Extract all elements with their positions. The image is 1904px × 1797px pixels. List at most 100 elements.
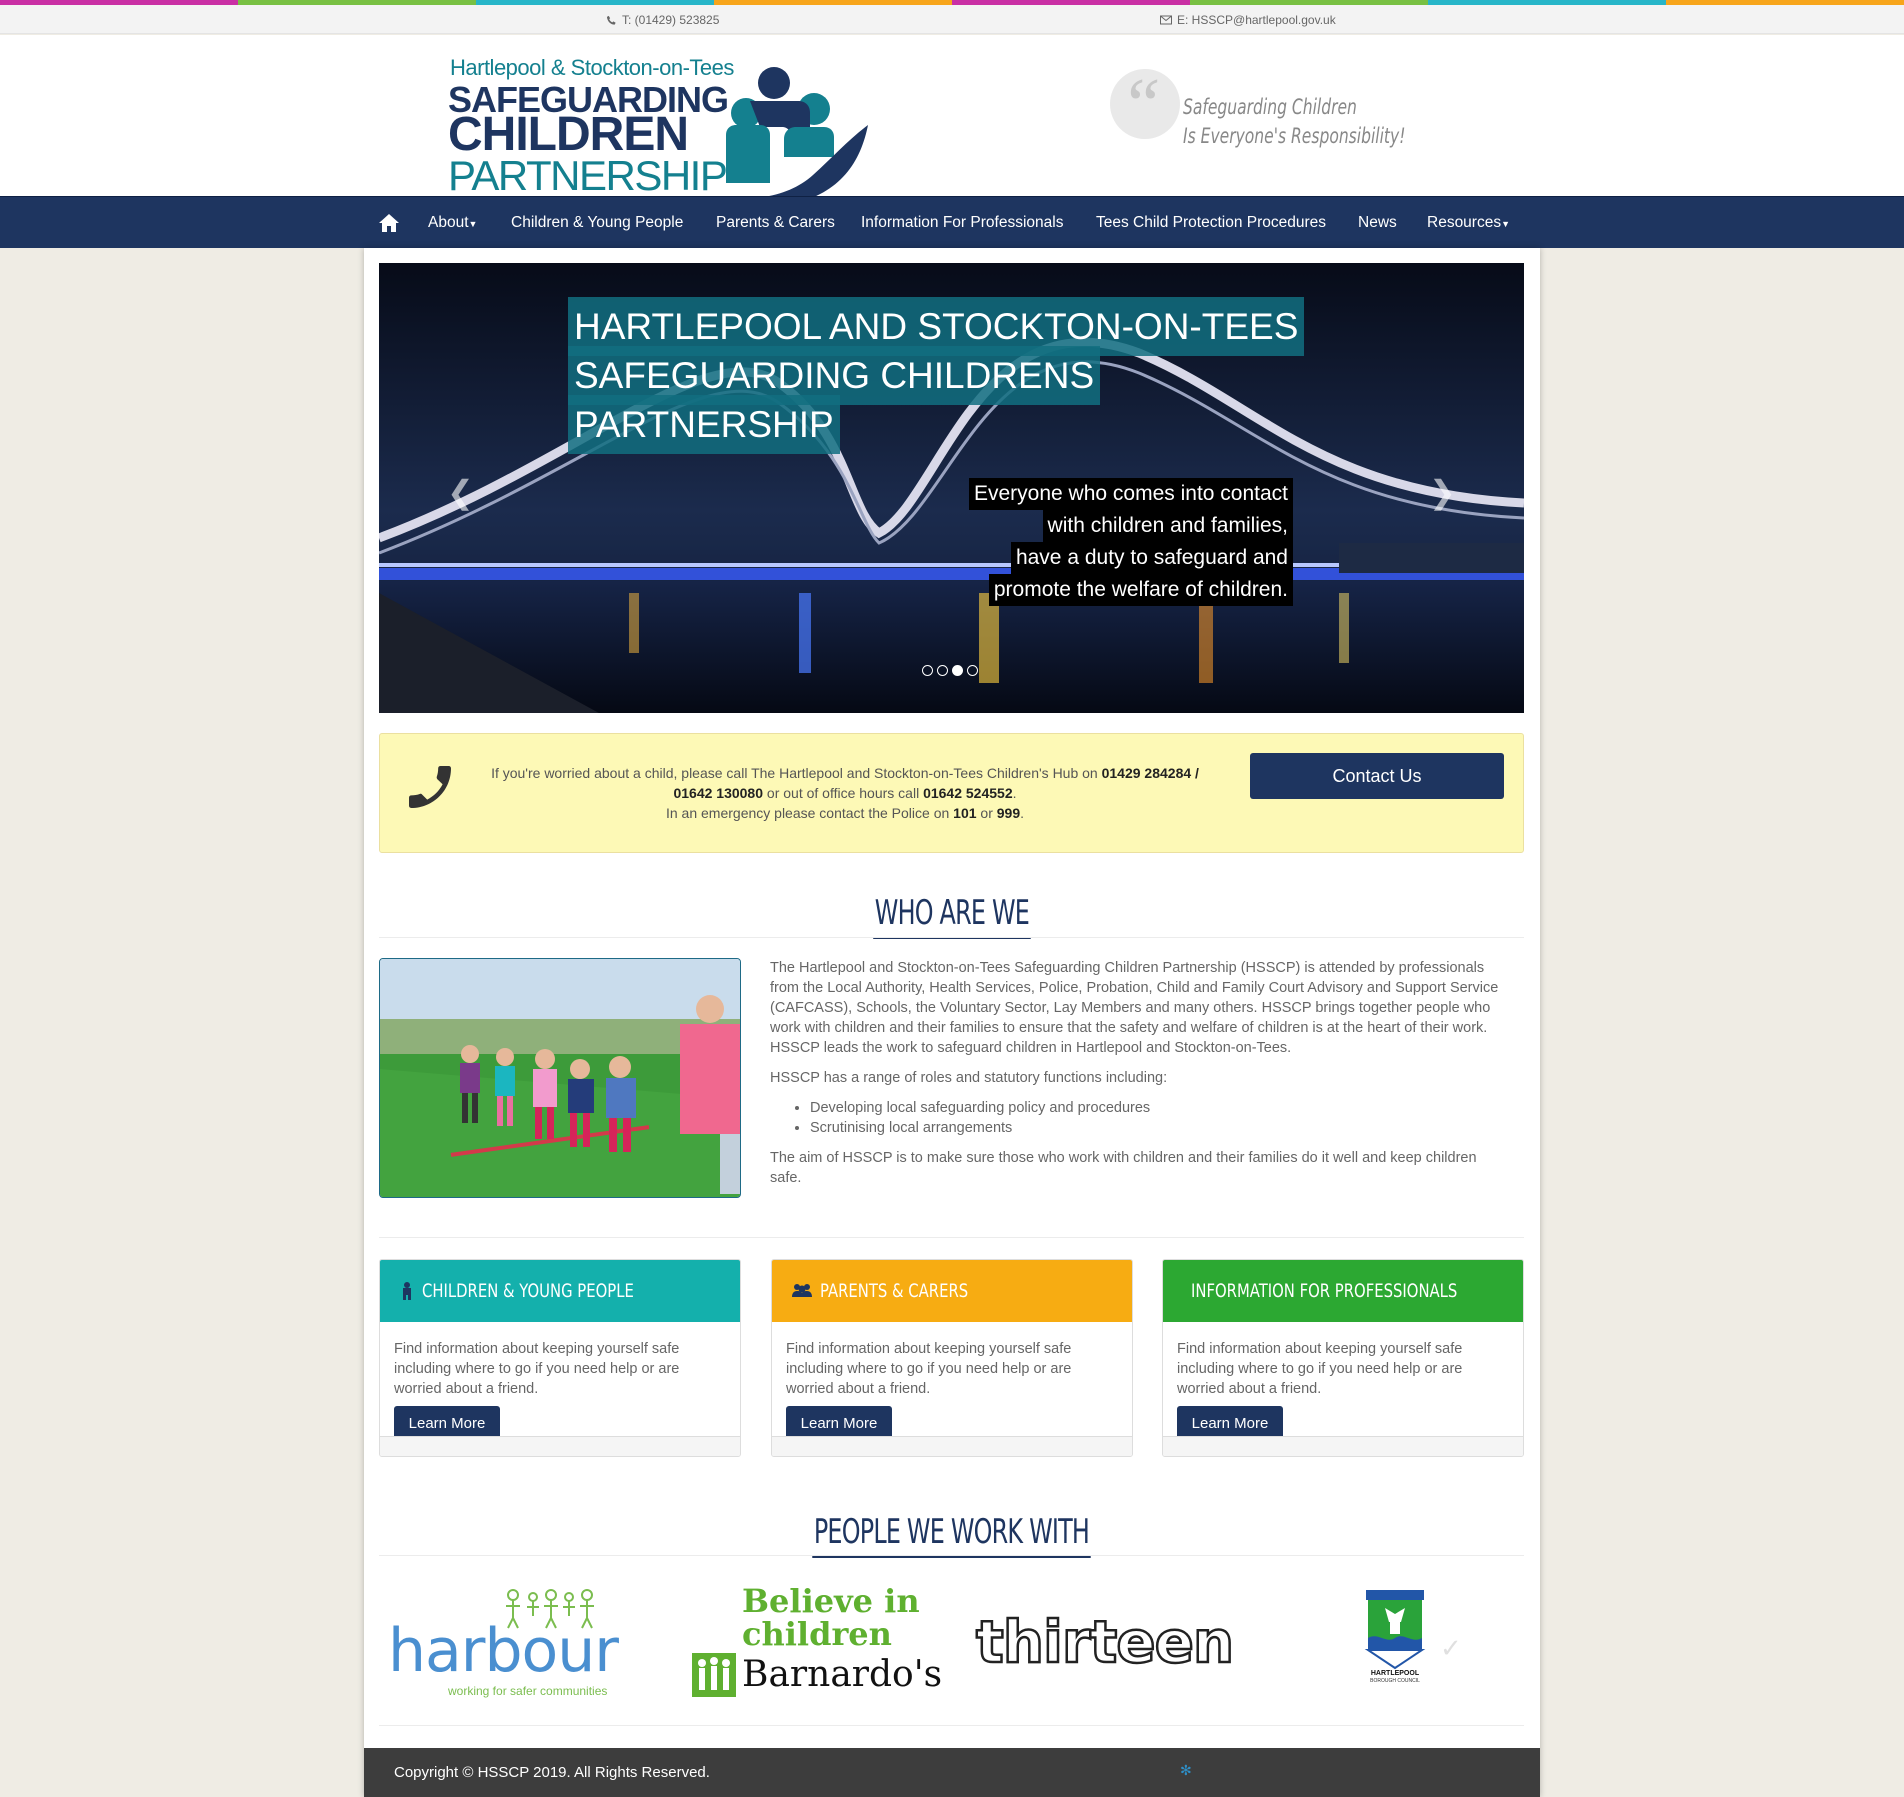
hartlepool-council-line-1: HARTLEPOOL (1370, 1670, 1420, 1677)
topbar-email[interactable]: E: HSSCP@hartlepool.gov.uk (1160, 13, 1336, 27)
barnardos-line-2: children (742, 1615, 892, 1653)
envelope-icon (1160, 15, 1172, 25)
learn-more-button[interactable]: Learn More (786, 1406, 892, 1440)
panel-text: Find information about keeping yourself … (786, 1341, 1072, 1397)
nav-about[interactable]: About▼ (428, 197, 477, 249)
carousel-prev-arrow-icon[interactable]: ❮ (447, 473, 474, 511)
hero-title: HARTLEPOOL AND STOCKTON-ON-TEES SAFEGUAR… (568, 297, 1305, 454)
nav-resources[interactable]: Resources▼ (1427, 197, 1510, 249)
site-logo[interactable]: Hartlepool & Stockton-on-Tees SAFEGUARDI… (448, 55, 868, 207)
carousel-indicator-dot[interactable] (922, 665, 933, 676)
logo-line-4: PARTNERSHIP (448, 152, 728, 199)
panel-header: PARENTS & CARERS (772, 1260, 1132, 1322)
contact-us-button[interactable]: Contact Us (1250, 753, 1504, 799)
nav-resources-label: Resources (1427, 214, 1502, 231)
family-figures-icon (726, 67, 868, 207)
list-item: Developing local safeguarding policy and… (810, 1098, 1510, 1118)
panel-footer (1163, 1436, 1523, 1456)
hartlepool-council-logo[interactable]: HARTLEPOOL BOROUGH COUNCIL (1360, 1588, 1430, 1688)
hero-subtitle-line-2: with children and families, (1042, 510, 1293, 542)
barnardos-line-1: Believe in (742, 1582, 920, 1620)
learn-more-button[interactable]: Learn More (1177, 1406, 1283, 1440)
carousel-indicator-dot[interactable] (967, 665, 978, 676)
tagline-line-1: Safeguarding Children (1183, 95, 1357, 119)
children-playing-photo (380, 959, 740, 1197)
who-are-we-heading: WHO ARE WE (379, 893, 1524, 939)
hero-title-line-3: PARTNERSHIP (568, 395, 840, 454)
alert-text: If you're worried about a child, please … (480, 763, 1210, 823)
people-we-work-with-heading: PEOPLE WE WORK WITH (379, 1512, 1524, 1558)
alert-police-101: 101 (953, 805, 977, 821)
alert-text-5: or (976, 805, 997, 821)
alert-text-4: In an emergency please contact the Polic… (665, 805, 954, 821)
panel-title: PARENTS & CARERS (820, 1280, 969, 1302)
nav-tees-child-protection[interactable]: Tees Child Protection Procedures (1096, 197, 1326, 249)
thirteen-name: thirteen (975, 1608, 1236, 1676)
nav-about-label: About (428, 214, 469, 231)
nav-parents-carers[interactable]: Parents & Carers (716, 197, 835, 249)
panel-footer (772, 1436, 1132, 1456)
carousel-indicator-dot[interactable] (937, 665, 948, 676)
worried-about-child-alert: If you're worried about a child, please … (379, 733, 1524, 853)
topbar-phone[interactable]: T: (01429) 523825 (606, 13, 719, 27)
barnardos-logo[interactable]: Believe in children Barnardo's (692, 1582, 942, 1700)
partners-next-arrow-icon[interactable]: ✓ (1440, 1633, 1462, 1664)
nav-information-professionals[interactable]: Information For Professionals (861, 197, 1063, 249)
who-paragraph-3: The aim of HSSCP is to make sure those w… (770, 1150, 1477, 1186)
panel-title: INFORMATION FOR PROFESSIONALS (1191, 1280, 1458, 1302)
top-contact-bar: T: (01429) 523825 E: HSSCP@hartlepool.go… (0, 5, 1904, 34)
alert-police-999: 999 (996, 805, 1021, 821)
phone-icon (606, 15, 616, 25)
alert-text-2: or out of office hours call (763, 785, 924, 801)
hero-subtitle-line-3: have a duty to safeguard and (1010, 542, 1293, 574)
hartlepool-council-line-2: BOROUGH COUNCIL (1370, 1678, 1420, 1684)
quote-icon: “ (1110, 64, 1180, 146)
divider (379, 1555, 1524, 1556)
who-are-we-text: The Hartlepool and Stockton-on-Tees Safe… (770, 958, 1510, 1188)
who-are-we-title: WHO ARE WE (872, 893, 1031, 939)
tagline: Safeguarding Children Is Everyone's Resp… (1183, 93, 1405, 151)
gear-icon: ✻ (1180, 1762, 1192, 1778)
carousel-indicators (922, 665, 978, 676)
carousel-next-arrow-icon[interactable]: ❯ (1429, 473, 1456, 511)
panel-footer (380, 1436, 740, 1456)
hartlepool-crest-icon (1364, 1590, 1426, 1670)
barnardos-line-3: Barnardo's (742, 1654, 943, 1695)
nav-news[interactable]: News (1358, 197, 1397, 249)
home-icon (379, 214, 399, 232)
topbar-phone-text: T: (01429) 523825 (622, 13, 720, 27)
divider (379, 1725, 1524, 1726)
footer-copyright: Copyright © HSSCP 2019. All Rights Reser… (394, 1764, 710, 1781)
learn-more-button[interactable]: Learn More (394, 1406, 500, 1440)
hero-carousel: HARTLEPOOL AND STOCKTON-ON-TEES SAFEGUAR… (379, 263, 1524, 713)
barnardos-figures-icon (692, 1653, 736, 1697)
carousel-indicator-dot[interactable] (952, 665, 963, 676)
harbour-name: harbour (388, 1616, 619, 1686)
logo-line-1: Hartlepool & Stockton-on-Tees (450, 55, 734, 80)
hero-subtitle: Everyone who comes into contact with chi… (969, 478, 1293, 606)
caret-down-icon: ▼ (468, 219, 478, 229)
nav-children-young-people[interactable]: Children & Young People (511, 197, 683, 249)
harbour-logo[interactable]: harbour working for safer communities (388, 1588, 638, 1698)
alert-out-of-hours-number: 01642 524552 (923, 785, 1013, 801)
nav-home[interactable] (379, 197, 399, 249)
divider (379, 1237, 1524, 1238)
site-footer: Copyright © HSSCP 2019. All Rights Reser… (364, 1748, 1540, 1797)
alert-text-6: . (1020, 805, 1025, 821)
panel-title: CHILDREN & YOUNG PEOPLE (422, 1280, 634, 1302)
thirteen-logo[interactable]: thirteen (975, 1608, 1236, 1676)
panel-information-professionals: INFORMATION FOR PROFESSIONALS Find infor… (1162, 1259, 1524, 1457)
panel-parents-carers: PARENTS & CARERS Find information about … (771, 1259, 1133, 1457)
who-functions-list: Developing local safeguarding policy and… (810, 1098, 1510, 1138)
main-navigation: About▼ Children & Young People Parents &… (0, 196, 1904, 248)
hero-subtitle-line-1: Everyone who comes into contact (969, 478, 1293, 510)
divider (379, 937, 1524, 938)
topbar-email-text: E: HSSCP@hartlepool.gov.uk (1177, 13, 1336, 27)
hero-subtitle-line-4: promote the welfare of children. (988, 574, 1293, 606)
tagline-line-2: Is Everyone's Responsibility! (1183, 124, 1406, 148)
caret-down-icon: ▼ (1501, 219, 1511, 229)
panel-children-young-people: CHILDREN & YOUNG PEOPLE Find information… (379, 1259, 741, 1457)
harbour-tagline: working for safer communities (448, 1684, 608, 1698)
site-header: Hartlepool & Stockton-on-Tees SAFEGUARDI… (0, 35, 1904, 207)
who-paragraph-1: The Hartlepool and Stockton-on-Tees Safe… (770, 960, 1499, 1056)
